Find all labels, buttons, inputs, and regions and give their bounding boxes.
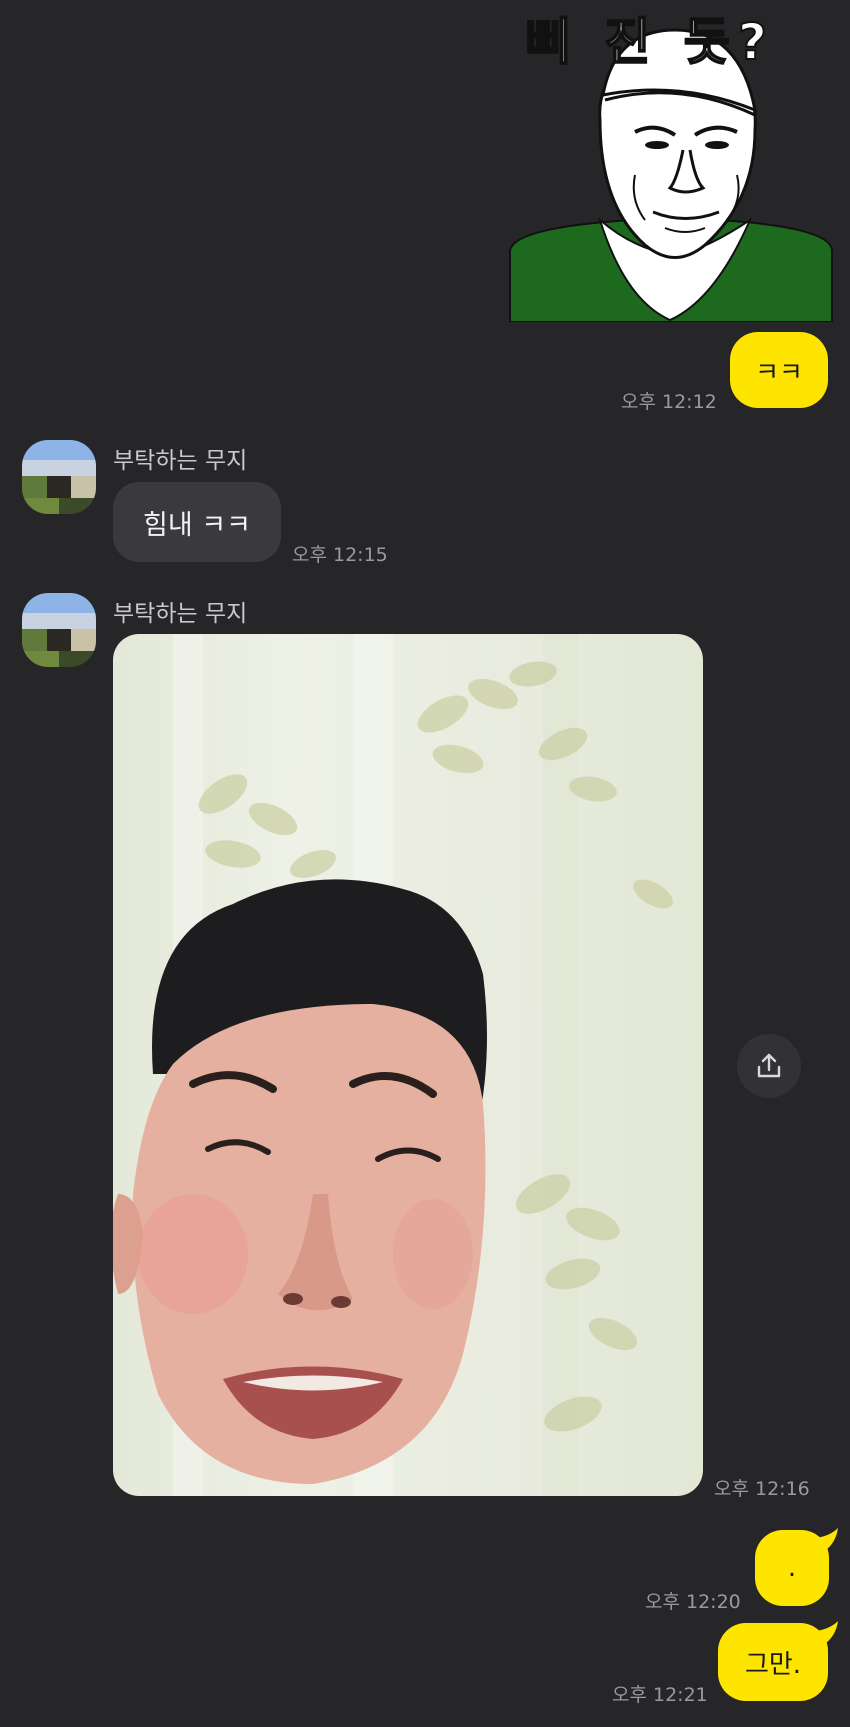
message-text: .	[787, 1553, 797, 1583]
message-time: 오후 12:16	[714, 1478, 810, 1500]
sticker-image[interactable]: 삐 진 듯?	[505, 0, 835, 323]
message-text: 힘내 ㅋㅋ	[143, 509, 251, 541]
message-time: 오후 12:12	[621, 391, 717, 413]
sender-name: 부탁하는 무지	[113, 448, 248, 474]
my-message-bubble[interactable]: 그만.	[718, 1623, 828, 1701]
other-message-bubble[interactable]: 힘내 ㅋㅋ	[113, 482, 281, 562]
share-icon	[757, 1053, 781, 1078]
bubble-tail	[816, 1621, 838, 1643]
sender-name: 부탁하는 무지	[113, 601, 248, 627]
message-time: 오후 12:20	[645, 1591, 741, 1613]
photo-message[interactable]	[113, 634, 703, 1496]
photo-content	[113, 634, 673, 1496]
share-button[interactable]	[737, 1034, 801, 1098]
avatar[interactable]	[22, 440, 96, 514]
bubble-tail	[816, 1528, 838, 1550]
my-message-bubble[interactable]: ㅋㅋ	[730, 332, 828, 408]
sticker-caption: 삐 진 듯?	[524, 12, 775, 72]
message-time: 오후 12:15	[292, 544, 388, 566]
message-text: ㅋㅋ	[755, 357, 803, 388]
message-text: 그만.	[744, 1649, 802, 1680]
avatar[interactable]	[22, 593, 96, 667]
message-time: 오후 12:21	[612, 1684, 708, 1706]
